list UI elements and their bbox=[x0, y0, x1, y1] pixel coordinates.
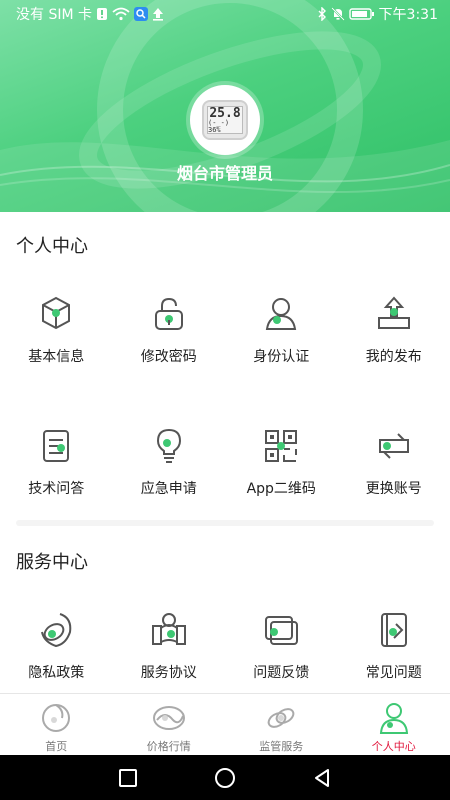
menu-service-agreement[interactable]: 服务协议 bbox=[113, 610, 226, 682]
personal-center-row-1: 基本信息 修改密码 身份认证 我的发布 bbox=[0, 294, 450, 366]
avatar[interactable]: 25.8 (-_-) 36% bbox=[190, 85, 260, 155]
agreement-icon bbox=[151, 613, 186, 645]
mute-icon bbox=[330, 7, 345, 21]
menu-change-password[interactable]: 修改密码 bbox=[113, 294, 226, 366]
sim-alert-icon bbox=[96, 7, 108, 21]
clock-text: 下午3:31 bbox=[378, 7, 438, 23]
triangle-back-icon bbox=[314, 768, 329, 787]
tab-supervision[interactable]: 监管服务 bbox=[225, 694, 338, 755]
tab-home-label: 首页 bbox=[45, 740, 68, 753]
status-bar: 没有 SIM 卡 下午3:31 bbox=[0, 0, 450, 28]
menu-feedback-label: 问题反馈 bbox=[253, 665, 310, 681]
personal-center-row-2: 技术问答 应急申请 App二维码 更换账号 bbox=[0, 426, 450, 498]
feedback-icon bbox=[265, 616, 299, 645]
recents-button[interactable] bbox=[108, 758, 148, 798]
privacy-icon bbox=[41, 613, 72, 648]
menu-faq-label: 常见问题 bbox=[365, 665, 422, 681]
tab-price-label: 价格行情 bbox=[146, 740, 191, 753]
system-nav-bar bbox=[0, 755, 450, 800]
back-button[interactable] bbox=[302, 758, 342, 798]
menu-my-publish-label: 我的发布 bbox=[365, 349, 422, 365]
menu-app-qrcode-label: App二维码 bbox=[246, 481, 316, 497]
menu-my-publish[interactable]: 我的发布 bbox=[338, 294, 450, 366]
menu-emergency-apply[interactable]: 应急申请 bbox=[113, 426, 226, 498]
bluetooth-icon bbox=[317, 7, 327, 21]
faq-icon bbox=[380, 613, 407, 647]
price-icon bbox=[152, 706, 185, 730]
supervision-icon bbox=[267, 708, 295, 728]
user-name: 烟台市管理员 bbox=[176, 164, 273, 183]
menu-switch-account[interactable]: 更换账号 bbox=[338, 426, 450, 498]
avatar-lcd-hum: (-_-) 36% bbox=[208, 118, 230, 134]
menu-tech-qa-label: 技术问答 bbox=[28, 481, 85, 497]
lock-icon bbox=[154, 297, 183, 330]
service-center-row: 隐私政策 服务协议 问题反馈 常见问题 bbox=[0, 610, 450, 682]
menu-service-agreement-label: 服务协议 bbox=[140, 665, 197, 681]
upload-icon bbox=[152, 7, 164, 21]
publish-icon bbox=[377, 296, 410, 329]
tab-supervision-label: 监管服务 bbox=[259, 740, 304, 753]
service-center-title: 服务中心 bbox=[16, 552, 88, 573]
cube-info-icon bbox=[42, 296, 71, 330]
circle-icon bbox=[214, 767, 235, 788]
qa-doc-icon bbox=[43, 430, 70, 462]
menu-faq[interactable]: 常见问题 bbox=[338, 610, 450, 682]
menu-tech-qa[interactable]: 技术问答 bbox=[0, 426, 113, 498]
square-icon bbox=[119, 768, 138, 787]
profile-header: 没有 SIM 卡 下午3:31 25.8 (-_-) 36% 烟台市管理员 bbox=[0, 0, 450, 212]
menu-basic-info[interactable]: 基本信息 bbox=[0, 294, 113, 366]
tab-home[interactable]: 首页 bbox=[0, 694, 113, 755]
qrcode-icon bbox=[265, 430, 298, 462]
menu-emergency-apply-label: 应急申请 bbox=[140, 481, 197, 497]
menu-switch-account-label: 更换账号 bbox=[365, 481, 422, 497]
section-divider bbox=[16, 520, 434, 526]
battery-icon bbox=[348, 7, 375, 21]
carrier-text: 没有 SIM 卡 bbox=[16, 7, 92, 23]
menu-identity-verify[interactable]: 身份认证 bbox=[225, 294, 338, 366]
menu-privacy-policy[interactable]: 隐私政策 bbox=[0, 610, 113, 682]
hygrometer-device-image: 25.8 (-_-) 36% bbox=[202, 100, 248, 140]
search-badge-icon bbox=[134, 7, 148, 21]
user-verify-icon bbox=[266, 298, 297, 330]
menu-change-password-label: 修改密码 bbox=[140, 349, 197, 365]
profile-icon bbox=[379, 703, 408, 734]
wifi-icon bbox=[112, 7, 130, 21]
menu-identity-verify-label: 身份认证 bbox=[253, 349, 310, 365]
menu-basic-info-label: 基本信息 bbox=[28, 349, 85, 365]
avatar-lcd-temp: 25.8 bbox=[209, 105, 241, 121]
home-icon bbox=[42, 704, 71, 732]
home-button[interactable] bbox=[205, 758, 245, 798]
tab-price[interactable]: 价格行情 bbox=[113, 694, 226, 755]
tab-profile-label: 个人中心 bbox=[371, 740, 416, 753]
menu-feedback[interactable]: 问题反馈 bbox=[225, 610, 338, 682]
switch-account-icon bbox=[378, 433, 409, 459]
menu-privacy-policy-label: 隐私政策 bbox=[28, 665, 85, 681]
bottom-tab-bar: 首页 价格行情 监管服务 个人中心 bbox=[0, 693, 450, 755]
tab-profile[interactable]: 个人中心 bbox=[338, 694, 450, 755]
menu-app-qrcode[interactable]: App二维码 bbox=[225, 426, 338, 498]
bulb-icon bbox=[156, 428, 181, 463]
personal-center-title: 个人中心 bbox=[16, 236, 88, 257]
